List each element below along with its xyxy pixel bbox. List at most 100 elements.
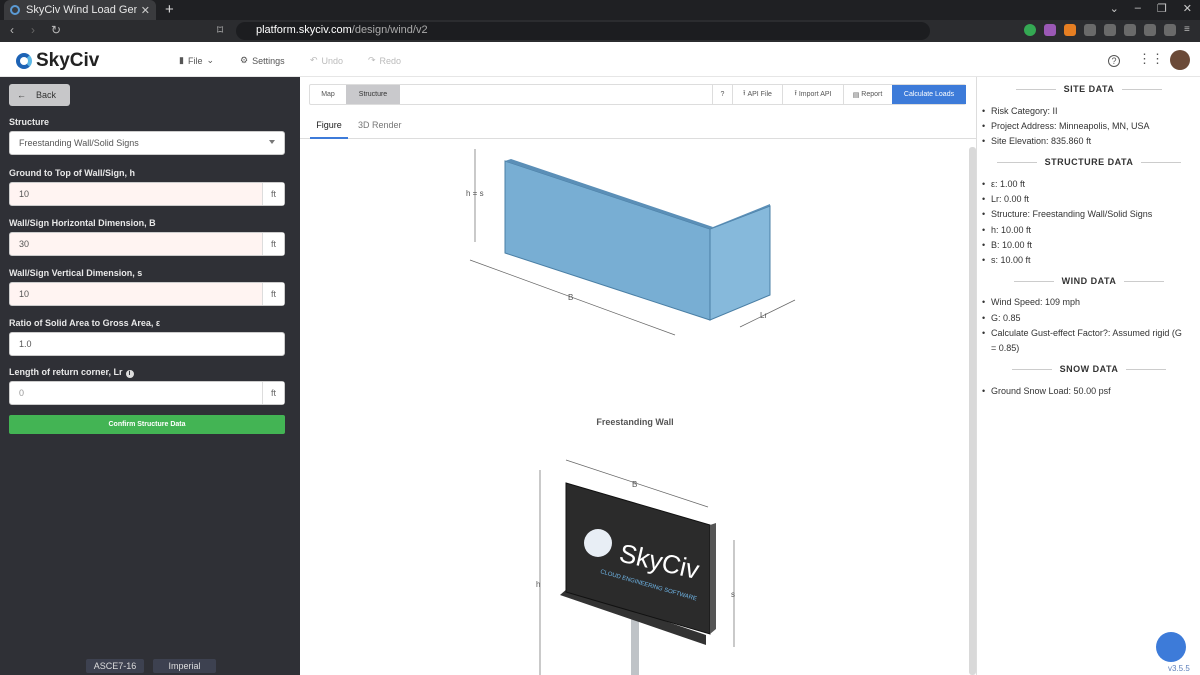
wall-lr-label: Lr (760, 311, 767, 320)
reload-icon[interactable]: ↻ (51, 23, 61, 37)
structure-data-item: s: 10.00 ft (982, 253, 1187, 268)
close-window-icon[interactable]: ✕ (1183, 2, 1192, 15)
sidebar-icon[interactable] (1124, 24, 1136, 36)
file-menu-label: File (187, 55, 203, 66)
window-controls: ⌄ – ❐ ✕ (1110, 2, 1192, 15)
puzzle-extension-icon[interactable] (1084, 24, 1096, 36)
profile-icon[interactable] (1164, 24, 1176, 36)
billboard-diagram: SkyCiv CLOUD ENGINEERING SOFTWARE B h s (536, 459, 735, 675)
caret-down-icon (269, 140, 275, 144)
s-input-value: 10 (19, 289, 30, 299)
b-input[interactable]: 30 ft (9, 232, 285, 256)
back-button[interactable]: ← Back (9, 84, 70, 106)
browser-tab-title: SkyCiv Wind Load Generat (26, 4, 137, 16)
avatar[interactable] (1170, 50, 1190, 70)
scrollbar[interactable] (969, 147, 976, 675)
wind-data-item: G: 0.85 (982, 311, 1187, 326)
browser-menu-icon[interactable]: ≡ (1184, 24, 1196, 36)
import-api-label: Import API (798, 91, 832, 98)
skyciv-favicon-icon (10, 5, 20, 15)
ratio-label: Ratio of Solid Area to Gross Area, ε (9, 318, 161, 328)
wall-h-label: h = s (466, 189, 484, 198)
wind-data-item: Wind Speed: 109 mph (982, 295, 1187, 310)
h-label: Ground to Top of Wall/Sign, h (9, 168, 135, 178)
structure-data-item: Lr: 0.00 ft (982, 192, 1187, 207)
chevron-down-icon: ⌄ (206, 55, 215, 65)
download-icon[interactable] (1104, 24, 1116, 36)
structure-figure: h = s B Lr SkyCiv CLOUD ENGINEERING SOFT… (466, 149, 796, 675)
s-label: Wall/Sign Vertical Dimension, s (9, 268, 143, 278)
minimize-icon[interactable]: – (1135, 2, 1141, 15)
calculate-loads-button[interactable]: Calculate Loads (892, 85, 966, 104)
settings-menu[interactable]: ⚙ Settings (240, 55, 285, 66)
forward-arrow-icon[interactable]: › (31, 23, 35, 37)
redo-icon: ↷ (368, 55, 376, 65)
structure-data-item: B: 10.00 ft (982, 238, 1187, 253)
redo-button[interactable]: ↷ Redo (368, 55, 401, 66)
settings-label: Settings (252, 55, 285, 66)
help-icon[interactable]: ? (1108, 55, 1120, 67)
lr-input-placeholder: 0 (19, 388, 25, 398)
s-input[interactable]: 10 ft (9, 282, 285, 306)
app-header: SkyCiv ▮ File ⌄ ⚙ Settings ↶ Undo ↷ Redo… (0, 42, 1200, 77)
info-icon[interactable]: i (125, 370, 134, 378)
structure-select[interactable]: Freestanding Wall/Solid Signs (9, 131, 285, 155)
site-data-item: Project Address: Minneapolis, MN, USA (982, 119, 1187, 134)
wall-diagram: h = s B Lr (466, 149, 796, 336)
s-unit: ft (262, 283, 284, 305)
tab-figure[interactable]: Figure (310, 120, 348, 139)
ratio-input[interactable]: 1.0 (9, 332, 285, 356)
maximize-icon[interactable]: ❐ (1157, 2, 1167, 15)
color-extension-icon[interactable] (1044, 24, 1056, 36)
apps-grid-icon[interactable]: ⋮⋮ (1138, 51, 1164, 67)
wall-b-label: B (568, 293, 573, 302)
view-toolbar: Map Structure ? ⭱ API File ⭱ Import API … (309, 84, 966, 105)
import-api-button[interactable]: ⭱ Import API (782, 85, 843, 104)
fox-extension-icon[interactable] (1064, 24, 1076, 36)
url-domain: platform.skyciv.com (256, 24, 352, 36)
arrow-left-icon: ← (17, 90, 26, 100)
report-button[interactable]: ▤ Report (843, 85, 891, 104)
url-path: /design/wind/v2 (351, 24, 428, 36)
confirm-structure-button[interactable]: Confirm Structure Data (9, 415, 285, 434)
file-menu[interactable]: ▮ File ⌄ (179, 55, 214, 66)
file-icon: ▮ (179, 55, 184, 65)
b-label: Wall/Sign Horizontal Dimension, B (9, 218, 156, 228)
design-code-button[interactable]: ASCE7-16 (86, 659, 144, 673)
api-file-button[interactable]: ⭱ API File (732, 85, 782, 104)
api-file-label: API File (747, 91, 772, 98)
site-data-item: Risk Category: II (982, 104, 1187, 119)
new-tab-icon[interactable]: + (165, 1, 174, 18)
ratio-input-value: 1.0 (19, 339, 32, 349)
content-tabs: Figure 3D Render (300, 115, 976, 139)
structure-button[interactable]: Structure (346, 85, 400, 104)
lr-unit: ft (262, 382, 284, 404)
redo-label: Redo (379, 55, 402, 66)
units-button[interactable]: Imperial (153, 659, 216, 673)
help-button[interactable]: ? (712, 85, 732, 104)
chat-support-icon[interactable] (1156, 632, 1186, 662)
wind-data-heading: WIND DATA (977, 276, 1200, 286)
report-label: Report (861, 91, 883, 98)
upload-icon: ⭱ (743, 90, 746, 97)
structure-label: Structure (9, 117, 50, 127)
main-content: Map Structure ? ⭱ API File ⭱ Import API … (300, 77, 976, 675)
wallet-icon[interactable] (1144, 24, 1156, 36)
tab-search-icon[interactable]: ⌄ (1110, 2, 1119, 15)
undo-button[interactable]: ↶ Undo (310, 55, 343, 66)
close-tab-icon[interactable]: ✕ (141, 4, 150, 17)
grammarly-extension-icon[interactable] (1024, 24, 1036, 36)
lr-input[interactable]: 0 ft (9, 381, 285, 405)
address-bar[interactable]: platform.skyciv.com/design/wind/v2 (236, 22, 930, 40)
snow-data-heading: SNOW DATA (977, 364, 1200, 374)
map-button[interactable]: Map (310, 85, 346, 104)
browser-tab[interactable]: SkyCiv Wind Load Generat ✕ (4, 0, 156, 20)
tab-3d-render[interactable]: 3D Render (358, 120, 402, 139)
structure-data-heading: STRUCTURE DATA (977, 157, 1200, 167)
back-label: Back (36, 90, 57, 100)
skyciv-logo[interactable]: SkyCiv (16, 50, 99, 72)
bookmark-icon[interactable]: ⌑ (217, 23, 223, 37)
h-input[interactable]: 10 ft (9, 182, 285, 206)
skyciv-logo-icon (16, 53, 32, 69)
back-arrow-icon[interactable]: ‹ (10, 23, 14, 37)
